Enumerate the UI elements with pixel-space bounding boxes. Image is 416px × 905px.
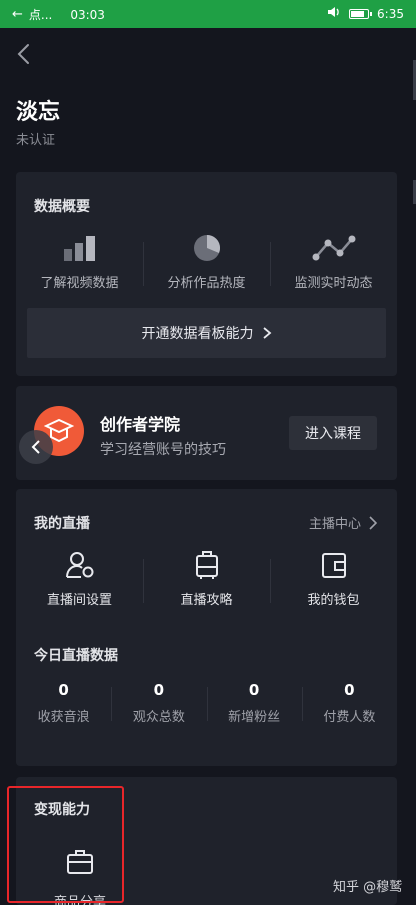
line-trend-icon (312, 234, 356, 262)
stat-label: 新增粉丝 (228, 710, 281, 725)
today-live-title: 今日直播数据 (34, 648, 118, 664)
user-settings-icon (65, 551, 95, 579)
wallet-item[interactable]: 我的钱包 (270, 551, 397, 608)
realtime-item[interactable]: 监测实时动态 (270, 234, 397, 291)
status-back-label[interactable]: 点... (29, 6, 52, 23)
luggage-icon (194, 551, 220, 579)
live-title: 我的直播 (34, 516, 90, 532)
watermark: 知乎 @穆鹫 (333, 880, 403, 895)
academy-description: 学习经营账号的技巧 (100, 442, 226, 458)
verification-status: 未认证 (16, 133, 56, 148)
stat-sound-waves: 0 收获音浪 (16, 681, 111, 725)
pie-chart-icon (193, 234, 221, 262)
chevron-right-icon (262, 327, 271, 339)
stat-value: 0 (344, 681, 355, 699)
battery-icon (349, 8, 373, 19)
data-overview-title: 数据概要 (34, 199, 90, 215)
work-heat-label: 分析作品热度 (167, 276, 246, 291)
live-card: 我的直播 主播中心 直播间设置 直播攻略 我的钱包 今日直播数据 0 收获音浪 … (16, 489, 397, 766)
chevron-left-icon (31, 440, 40, 454)
live-room-settings-item[interactable]: 直播间设置 (16, 551, 143, 608)
open-dashboard-label: 开通数据看板能力 (141, 326, 254, 342)
data-overview-card: 数据概要 了解视频数据 分析作品热度 监测实时动态 开通数据看板能力 (16, 172, 397, 376)
highlight-box (7, 786, 124, 903)
chevron-left-icon (17, 44, 29, 64)
stat-value: 0 (58, 681, 69, 699)
live-room-settings-label: 直播间设置 (46, 593, 112, 608)
stat-new-fans: 0 新增粉丝 (206, 681, 302, 725)
status-bar: ← 点... 03:03 6:35 (0, 0, 416, 28)
video-data-item[interactable]: 了解视频数据 (16, 234, 143, 291)
stat-label: 收获音浪 (37, 710, 90, 725)
academy-card[interactable]: 创作者学院 学习经营账号的技巧 进入课程 (16, 386, 397, 480)
status-back-arrow-icon[interactable]: ← (12, 7, 23, 22)
wallet-label: 我的钱包 (307, 593, 360, 608)
stat-value: 0 (248, 681, 260, 699)
stat-paying-users: 0 付费人数 (301, 681, 397, 725)
work-heat-item[interactable]: 分析作品热度 (143, 234, 270, 291)
floating-back-button[interactable] (19, 430, 53, 464)
video-data-label: 了解视频数据 (40, 276, 119, 291)
status-time: 03:03 (70, 7, 105, 22)
status-clock: 6:35 (377, 6, 404, 21)
host-center-link[interactable]: 主播中心 (309, 513, 377, 532)
live-guide-label: 直播攻略 (180, 593, 233, 608)
chevron-right-icon (369, 515, 377, 530)
volume-icon (327, 6, 341, 21)
today-stats: 0 收获音浪 0 观众总数 0 新增粉丝 0 付费人数 (16, 681, 397, 725)
stat-label: 观众总数 (132, 710, 185, 725)
open-dashboard-button[interactable]: 开通数据看板能力 (27, 308, 386, 358)
enter-course-button[interactable]: 进入课程 (289, 416, 377, 450)
page-title: 淡忘 (16, 100, 61, 125)
back-button[interactable] (12, 40, 36, 68)
bar-chart-icon (62, 234, 98, 262)
academy-title: 创作者学院 (100, 415, 181, 434)
stat-viewers: 0 观众总数 (111, 681, 206, 725)
stat-label: 付费人数 (323, 710, 376, 725)
wallet-icon (321, 551, 347, 579)
stat-value: 0 (153, 681, 165, 699)
host-center-label: 主播中心 (308, 517, 361, 532)
live-guide-item[interactable]: 直播攻略 (143, 551, 270, 608)
realtime-label: 监测实时动态 (294, 276, 373, 291)
